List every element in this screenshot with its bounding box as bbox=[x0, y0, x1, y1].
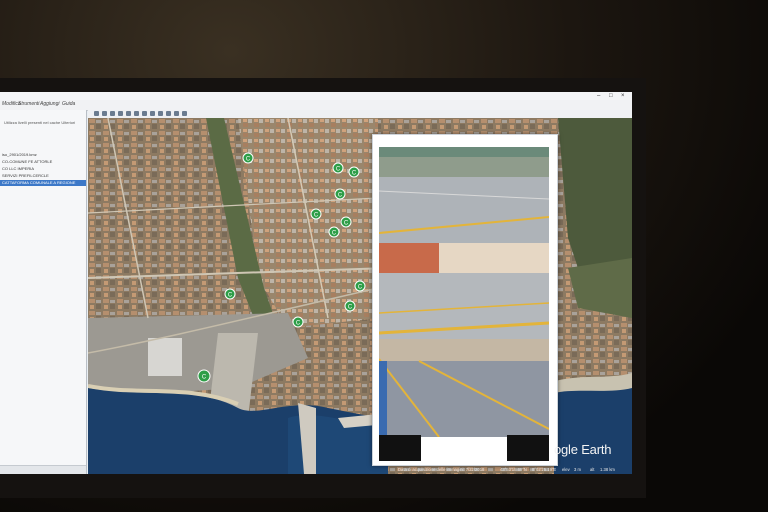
poi-marker[interactable]: C bbox=[224, 288, 236, 300]
redacted-block-right bbox=[507, 435, 549, 461]
sun-icon[interactable] bbox=[150, 111, 155, 116]
poi-marker[interactable]: C bbox=[344, 300, 356, 312]
poi-marker[interactable]: C bbox=[348, 166, 360, 178]
svg-text:C: C bbox=[338, 193, 343, 199]
svg-text:C: C bbox=[228, 293, 233, 299]
elevation-label: elev bbox=[562, 467, 570, 472]
ruler-icon[interactable] bbox=[166, 111, 171, 116]
window-maximize-icon[interactable]: □ bbox=[609, 93, 613, 99]
satellite-map[interactable]: C C C C C C C C C C C C ogle Earth bbox=[88, 118, 632, 474]
svg-text:C: C bbox=[352, 171, 357, 177]
print-icon[interactable] bbox=[182, 111, 187, 116]
poi-marker[interactable]: C bbox=[332, 162, 344, 174]
sidebar-item-selected[interactable]: CATTAFORMA COMUNALE A REGIONE bbox=[0, 180, 86, 186]
svg-text:C: C bbox=[314, 213, 319, 219]
street-view-popup[interactable] bbox=[372, 134, 558, 466]
latitude-readout: 43°53'15.69"N bbox=[500, 467, 527, 472]
window-close-icon[interactable]: × bbox=[621, 93, 625, 99]
places-sidebar: Utilizza livelli presenti nel cache Ulte… bbox=[0, 110, 87, 474]
imagery-date: Data di acquisizione delle immagini: 7/2… bbox=[398, 467, 485, 472]
window-minimize-icon[interactable]: – bbox=[597, 93, 600, 99]
menu-aggiungi[interactable]: Aggiungi bbox=[40, 101, 59, 107]
svg-text:C: C bbox=[344, 221, 349, 227]
redacted-block-left bbox=[379, 435, 421, 461]
poi-marker[interactable]: C bbox=[340, 216, 352, 228]
street-view-image-3 bbox=[379, 339, 549, 437]
poi-marker[interactable]: C bbox=[292, 316, 304, 328]
placemark-icon[interactable] bbox=[102, 111, 107, 116]
sidebar-header: Utilizza livelli presenti nel cache Ulte… bbox=[4, 120, 76, 125]
sidebar-item[interactable]: CO LLC IMPERIA bbox=[0, 166, 86, 172]
svg-text:C: C bbox=[336, 167, 341, 173]
sidebar-item[interactable]: CO-COMUNE FE ATTORLE bbox=[0, 159, 86, 165]
street-view-image-1 bbox=[379, 147, 549, 243]
tour-icon[interactable] bbox=[134, 111, 139, 116]
google-earth-logo: ogle Earth bbox=[554, 442, 612, 457]
google-earth-window: – □ × Modifica Strumenti Aggiungi Guida … bbox=[0, 92, 632, 474]
poi-marker[interactable]: C bbox=[242, 152, 254, 164]
svg-text:C: C bbox=[246, 157, 251, 163]
status-bar: Data di acquisizione delle immagini: 7/2… bbox=[88, 464, 632, 474]
svg-text:C: C bbox=[358, 285, 363, 291]
sidebar-footer bbox=[0, 465, 86, 474]
planet-icon[interactable] bbox=[158, 111, 163, 116]
elevation-value: 3 m bbox=[574, 467, 581, 472]
sidebar-item[interactable]: SERVIZI PREFILCERCLE bbox=[0, 173, 86, 179]
poi-marker[interactable]: C bbox=[310, 208, 322, 220]
history-icon[interactable] bbox=[142, 111, 147, 116]
svg-text:C: C bbox=[202, 375, 207, 381]
overlay-icon[interactable] bbox=[126, 111, 131, 116]
sidebar-item[interactable]: iso_2901/2019.kmz bbox=[0, 152, 86, 158]
poi-marker[interactable]: C bbox=[328, 226, 340, 238]
polygon-icon[interactable] bbox=[110, 111, 115, 116]
longitude-readout: 8°02'25.19"E bbox=[532, 467, 557, 472]
path-icon[interactable] bbox=[118, 111, 123, 116]
poi-marker[interactable]: C bbox=[197, 369, 211, 383]
menu-strumenti[interactable]: Strumenti bbox=[18, 101, 39, 107]
earth-toolbar bbox=[88, 110, 632, 118]
email-icon[interactable] bbox=[174, 111, 179, 116]
altitude-label: alt bbox=[590, 467, 595, 472]
svg-text:C: C bbox=[332, 231, 337, 237]
svg-text:C: C bbox=[348, 305, 353, 311]
menu-guida[interactable]: Guida bbox=[62, 101, 75, 107]
street-view-image-2 bbox=[379, 243, 549, 339]
poi-marker[interactable]: C bbox=[354, 280, 366, 292]
poi-marker[interactable]: C bbox=[334, 188, 346, 200]
altitude-value: 1.38 km bbox=[600, 467, 615, 472]
svg-text:C: C bbox=[296, 321, 301, 327]
hide-sidebar-icon[interactable] bbox=[94, 111, 99, 116]
